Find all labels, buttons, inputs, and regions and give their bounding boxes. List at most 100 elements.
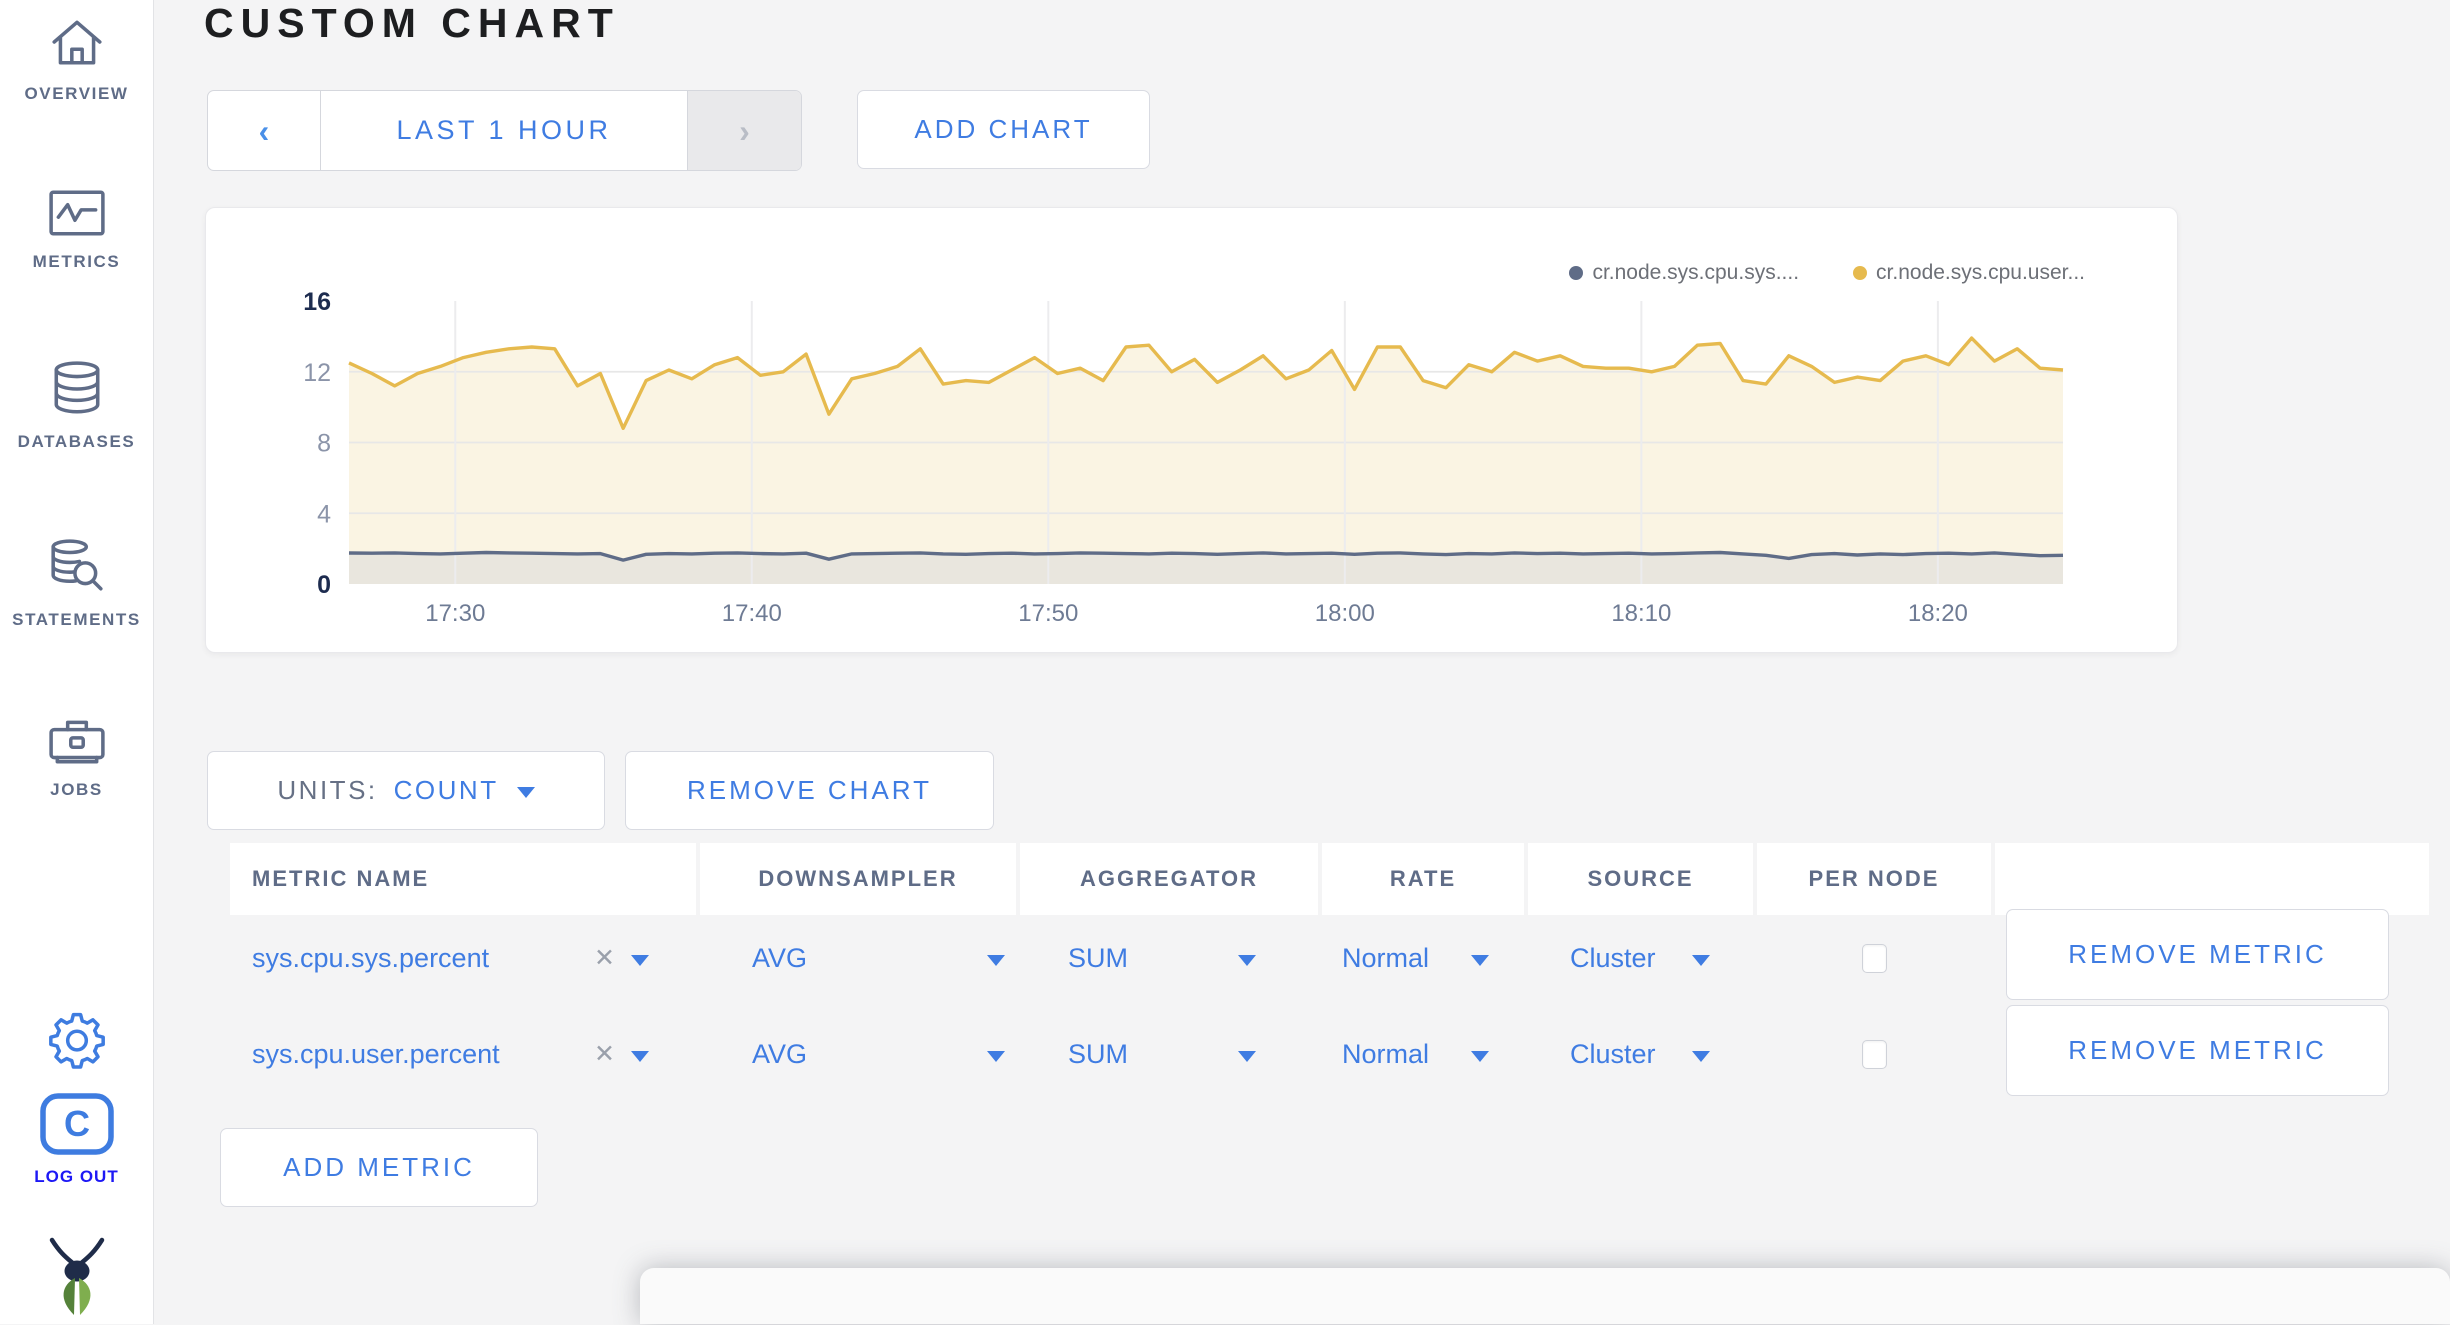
per-node-checkbox[interactable] [1862,943,1887,973]
time-range-prev-button[interactable]: ‹ [208,91,321,170]
add-metric-button[interactable]: ADD METRIC [220,1128,538,1207]
chart-legend: cr.node.sys.cpu.sys.... cr.node.sys.cpu.… [1569,261,2085,285]
home-icon [48,20,106,74]
legend-dot-user-icon [1853,266,1868,280]
metrics-icon [48,190,106,242]
metric-name-value: sys.cpu.user.percent [252,1038,500,1069]
sidebar-item-label: OVERVIEW [24,84,129,103]
legend-label: cr.node.sys.cpu.sys.... [1592,261,1800,284]
rate-value: Normal [1342,1038,1430,1069]
chevron-left-icon: ‹ [258,112,270,149]
column-header-source: SOURCE [1528,843,1753,915]
chevron-down-icon [1471,954,1490,966]
aggregator-dropdown[interactable]: SUM [1068,1008,1256,1100]
clear-x-icon: ✕ [594,944,615,972]
sidebar-item-jobs[interactable]: JOBS [0,716,153,800]
aggregator-dropdown[interactable]: SUM [1068,912,1256,1004]
settings-button[interactable] [0,1010,153,1075]
per-node-checkbox[interactable] [1862,1039,1887,1069]
user-series-area [349,338,2063,584]
remove-chart-label: REMOVE CHART [687,775,932,805]
downsampler-dropdown[interactable]: AVG [752,912,1006,1004]
chevron-right-icon: › [739,112,750,149]
rate-value: Normal [1342,942,1430,973]
units-label: UNITS: [277,775,378,805]
gear-icon [48,1012,106,1074]
metric-name-dropdown[interactable]: sys.cpu.sys.percent [252,912,489,1004]
rate-dropdown[interactable]: Normal [1342,912,1490,1004]
chevron-down-icon [1238,1050,1256,1062]
sidebar-item-label: JOBS [50,780,103,799]
column-header-per-node: PER NODE [1757,843,1991,915]
chevron-down-icon [1691,954,1710,966]
aggregator-value: SUM [1068,942,1128,973]
y-tick-label: 0 [317,571,331,599]
cockroach-bug-icon [44,1237,110,1324]
x-tick-label: 18:10 [1611,600,1671,627]
per-node-cell [1862,912,1887,1004]
x-tick-label: 17:30 [425,600,485,627]
remove-metric-label: REMOVE METRIC [2068,939,2327,969]
per-node-cell [1862,1008,1887,1100]
column-header-metric-name: METRIC NAME [230,843,696,915]
chart-card: cr.node.sys.cpu.sys.... cr.node.sys.cpu.… [205,207,2178,653]
y-tick-label: 16 [303,288,331,316]
aggregator-value: SUM [1068,1038,1128,1069]
x-tick-label: 17:50 [1018,600,1078,627]
sidebar-item-metrics[interactable]: METRICS [0,188,153,272]
database-icon [52,361,102,422]
chevron-down-icon [1471,1050,1490,1062]
downsampler-dropdown[interactable]: AVG [752,1008,1006,1100]
column-header-aggregator: AGGREGATOR [1020,843,1318,915]
chevron-down-icon [630,1050,649,1062]
sidebar-item-databases[interactable]: DATABASES [0,360,153,452]
metric-clear-button[interactable]: ✕ [594,1008,649,1100]
metric-row: sys.cpu.sys.percent ✕ AVG SUM Normal Clu… [205,909,2450,1004]
jobs-icon [48,720,106,770]
y-tick-label: 12 [303,359,331,387]
logout-button[interactable]: C LOG OUT [0,1092,153,1187]
next-chart-card-edge [640,1268,2450,1324]
chevron-down-icon [516,787,535,798]
remove-metric-label: REMOVE METRIC [2068,1035,2327,1065]
source-value: Cluster [1570,1038,1656,1069]
x-tick-label: 18:00 [1315,600,1375,627]
add-chart-label: ADD CHART [914,114,1093,144]
sidebar-item-statements[interactable]: STATEMENTS [0,538,153,630]
metric-name-dropdown[interactable]: sys.cpu.user.percent [252,1008,500,1100]
legend-label: cr.node.sys.cpu.user... [1876,261,2085,284]
metric-row: sys.cpu.user.percent ✕ AVG SUM Normal Cl… [205,1005,2450,1100]
legend-dot-sys-icon [1569,266,1584,280]
sidebar-item-overview[interactable]: OVERVIEW [0,14,153,104]
metric-clear-button[interactable]: ✕ [594,912,649,1004]
legend-item-user: cr.node.sys.cpu.user... [1853,261,2085,285]
statements-icon [48,539,106,600]
column-header-rate: RATE [1322,843,1524,915]
remove-metric-button[interactable]: REMOVE METRIC [2006,909,2389,1000]
units-dropdown[interactable]: UNITS: COUNT [207,751,605,830]
source-dropdown[interactable]: Cluster [1570,912,1710,1004]
x-tick-label: 18:20 [1908,600,1968,627]
time-range-dropdown[interactable]: LAST 1 HOUR [321,91,687,170]
column-header-actions [1995,843,2429,915]
time-range-selector: ‹ LAST 1 HOUR › [207,90,802,171]
sidebar-item-label: DATABASES [17,432,136,451]
add-chart-button[interactable]: ADD CHART [857,90,1150,169]
time-range-label: LAST 1 HOUR [396,115,612,145]
remove-metric-button[interactable]: REMOVE METRIC [2006,1005,2389,1096]
y-tick-label: 8 [317,430,331,458]
sidebar-item-label: STATEMENTS [12,610,141,629]
remove-chart-button[interactable]: REMOVE CHART [625,751,994,830]
sidebar-item-label: METRICS [32,252,121,271]
source-value: Cluster [1570,942,1656,973]
source-dropdown[interactable]: Cluster [1570,1008,1710,1100]
chevron-down-icon [630,954,649,966]
legend-item-sys: cr.node.sys.cpu.sys.... [1569,261,1799,285]
time-range-next-button[interactable]: › [687,91,801,170]
page-title: CUSTOM CHART [204,0,620,46]
svg-text:C: C [64,1103,90,1144]
clear-x-icon: ✕ [594,1040,615,1068]
chevron-down-icon [1691,1050,1710,1062]
x-tick-label: 17:40 [722,600,782,627]
rate-dropdown[interactable]: Normal [1342,1008,1490,1100]
